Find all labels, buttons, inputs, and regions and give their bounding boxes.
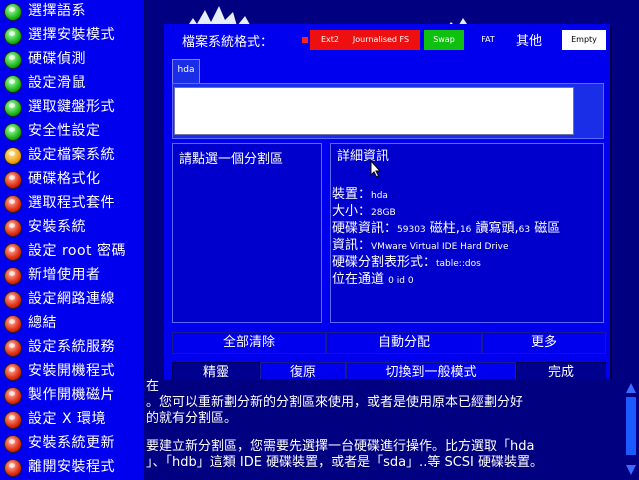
sidebar-step: 製作開機磁片 bbox=[0, 384, 144, 408]
sidebar-step-label: 安全性設定 bbox=[28, 123, 101, 139]
empty-disk-space[interactable] bbox=[174, 87, 574, 135]
more-button[interactable]: 更多 bbox=[482, 332, 606, 354]
help-line: 在 bbox=[146, 379, 160, 394]
step-status-icon bbox=[4, 315, 22, 333]
sidebar-step-label: 硬碟偵測 bbox=[28, 51, 86, 67]
fs-type-other: 其他 bbox=[516, 34, 543, 49]
sidebar-step-label: 離開安裝程式 bbox=[28, 459, 115, 475]
mouse-cursor-icon bbox=[370, 160, 382, 178]
sidebar-step-label: 安裝系統 bbox=[28, 219, 86, 235]
step-status-icon bbox=[4, 51, 22, 69]
sidebar-step-label: 設定 root 密碼 bbox=[28, 243, 126, 259]
fs-type-label: Journalised FS bbox=[352, 35, 410, 44]
auto-allocate-button[interactable]: 自動分配 bbox=[326, 332, 482, 354]
fs-type-label: Swap bbox=[433, 35, 455, 44]
sidebar-step: 選擇語系 bbox=[0, 0, 144, 24]
partition-table-value: table::dos bbox=[436, 259, 481, 269]
sidebar-step: 硬碟格式化 bbox=[0, 168, 144, 192]
sidebar-step: 設定滑鼠 bbox=[0, 72, 144, 96]
step-status-icon bbox=[4, 99, 22, 117]
sidebar-step-label: 選取程式套件 bbox=[28, 195, 115, 211]
sidebar-step-label: 安裝系統更新 bbox=[28, 435, 115, 451]
sidebar-step: 安裝開機程式 bbox=[0, 360, 144, 384]
partition-dialog: 檔案系統格式： Ext2 Journalised FS Swap FAT 其他 … bbox=[164, 24, 610, 386]
step-status-icon bbox=[4, 363, 22, 381]
sidebar-step: 選取程式套件 bbox=[0, 192, 144, 216]
step-status-icon bbox=[4, 435, 22, 453]
help-line: 」、「hdb」這類 IDE 硬碟裝置，或者是「sda」..等 SCSI 硬碟裝置… bbox=[146, 455, 544, 470]
step-status-icon bbox=[4, 459, 22, 477]
installer-steps-sidebar: 選擇語系選擇安裝模式 硬碟偵測設定滑鼠選取鍵盤形式 安全性設定設定檔案系統 硬碟格式化… bbox=[0, 0, 145, 480]
sidebar-step: 安全性設定 bbox=[0, 120, 144, 144]
sidebar-step-label: 設定檔案系統 bbox=[28, 147, 115, 163]
step-status-icon bbox=[4, 243, 22, 261]
step-status-icon bbox=[4, 75, 22, 93]
sidebar-step: 選取鍵盤形式 bbox=[0, 96, 144, 120]
step-status-icon bbox=[4, 387, 22, 405]
sidebar-step-label: 硬碟格式化 bbox=[28, 171, 101, 187]
help-text-area: 在 。您可以重新劃分新的分割區來使用，或者是使用原本已經劃分好 的就有分割區。 … bbox=[144, 379, 621, 480]
sidebar-step: 安裝系統更新 bbox=[0, 432, 144, 456]
sidebar-step-label: 設定 X 環境 bbox=[28, 411, 106, 427]
step-status-icon bbox=[4, 3, 22, 21]
sidebar-step: 選擇安裝模式 bbox=[0, 24, 144, 48]
fs-type-label: Ext2 bbox=[320, 35, 339, 44]
step-status-icon bbox=[4, 219, 22, 237]
scroll-up-arrow-icon[interactable] bbox=[625, 381, 637, 395]
step-status-icon bbox=[4, 411, 22, 429]
sidebar-step-label: 選擇語系 bbox=[28, 3, 86, 19]
sidebar-step: 設定 root 密碼 bbox=[0, 240, 144, 264]
filesystem-types-title: 檔案系統格式： bbox=[182, 35, 274, 50]
sidebar-step: 硬碟偵測 bbox=[0, 48, 144, 72]
bus-label: 位在通道 bbox=[332, 272, 385, 287]
sidebar-step-label: 設定滑鼠 bbox=[28, 75, 86, 91]
geometry-sectors: 63 bbox=[518, 225, 531, 235]
help-line: 的就有分割區。 bbox=[146, 411, 238, 426]
bus-row: 位在通道 0 id 0 bbox=[332, 268, 414, 287]
sidebar-step-label: 設定網路連線 bbox=[28, 291, 115, 307]
fs-type-label: FAT bbox=[481, 35, 495, 44]
sidebar-step: 離開安裝程式 bbox=[0, 456, 144, 480]
sidebar-step: 安裝系統 bbox=[0, 216, 144, 240]
sidebar-step-label: 總結 bbox=[28, 315, 57, 331]
sidebar-step-label: 新增使用者 bbox=[28, 267, 101, 283]
fs-type-label: Empty bbox=[571, 35, 597, 44]
partition-list[interactable]: 請點選一個分割區 bbox=[172, 143, 322, 323]
sidebar-step-label: 製作開機磁片 bbox=[28, 387, 115, 403]
step-status-icon bbox=[4, 27, 22, 45]
step-status-icon bbox=[4, 339, 22, 357]
scroll-down-arrow-icon[interactable] bbox=[625, 463, 637, 477]
help-line: 要建立新分割區，您需要先選擇一台硬碟進行操作。比方選取「hda bbox=[146, 439, 535, 454]
step-status-icon bbox=[4, 147, 22, 165]
fs-type-empty: Empty bbox=[562, 30, 606, 50]
sidebar-step: 設定檔案系統 bbox=[0, 144, 144, 168]
fs-type-journalised: Journalised FS bbox=[342, 30, 420, 50]
sidebar-step: 設定 X 環境 bbox=[0, 408, 144, 432]
bus-value: 0 id 0 bbox=[388, 276, 414, 286]
sidebar-step-label: 安裝開機程式 bbox=[28, 363, 115, 379]
geometry-sectors-unit: 磁區 bbox=[534, 221, 561, 236]
step-status-icon bbox=[4, 195, 22, 213]
sidebar-step-label: 選擇安裝模式 bbox=[28, 27, 115, 43]
sidebar-step: 總結 bbox=[0, 312, 144, 336]
sidebar-step: 設定網路連線 bbox=[0, 288, 144, 312]
step-status-icon bbox=[4, 267, 22, 285]
fs-type-swap: Swap bbox=[424, 30, 464, 50]
help-line: 。您可以重新劃分新的分割區來使用，或者是使用原本已經劃分好 bbox=[146, 395, 524, 410]
clear-all-button[interactable]: 全部清除 bbox=[172, 332, 326, 354]
sidebar-step-label: 設定系統服務 bbox=[28, 339, 115, 355]
legend-marker bbox=[302, 37, 308, 43]
step-status-icon bbox=[4, 291, 22, 309]
help-scrollbar[interactable] bbox=[623, 379, 639, 480]
disk-tab-hda[interactable]: hda bbox=[172, 59, 200, 83]
step-status-icon bbox=[4, 171, 22, 189]
step-status-icon bbox=[4, 123, 22, 141]
sidebar-step-label: 選取鍵盤形式 bbox=[28, 99, 115, 115]
fs-type-fat: FAT bbox=[468, 30, 508, 50]
partition-select-hint: 請點選一個分割區 bbox=[179, 152, 284, 167]
scroll-thumb[interactable] bbox=[626, 397, 636, 455]
sidebar-step: 新增使用者 bbox=[0, 264, 144, 288]
disk-partition-bar bbox=[172, 83, 604, 139]
sidebar-step: 設定系統服務 bbox=[0, 336, 144, 360]
